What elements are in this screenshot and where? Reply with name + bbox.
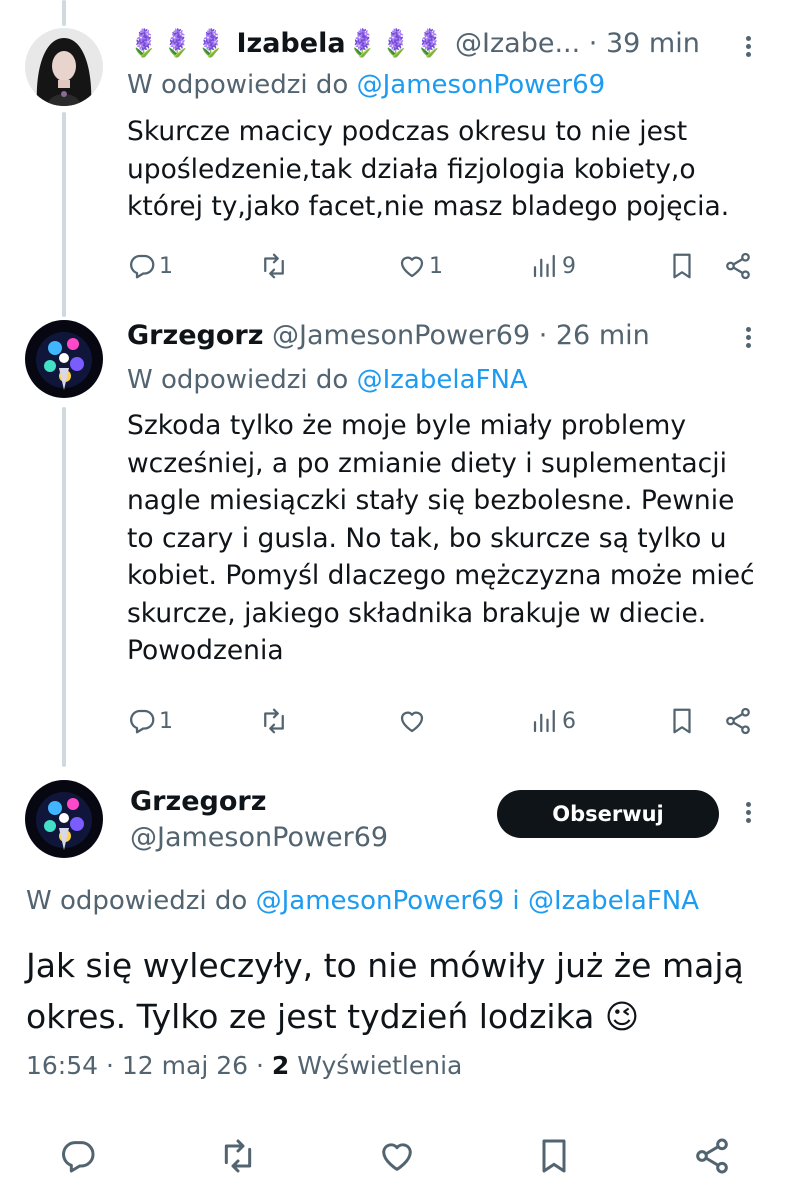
reply-count: 1: [159, 253, 173, 279]
share-icon: [692, 1136, 732, 1176]
reply-icon: [58, 1136, 98, 1176]
reply-prefix: W odpowiedzi do: [26, 886, 256, 916]
name-emoji: 🪻🪻🪻: [127, 28, 228, 59]
tweet-actions: 1 6: [127, 703, 767, 739]
views-button[interactable]: 6: [530, 703, 576, 739]
retweet-icon: [259, 251, 289, 281]
share-button[interactable]: [692, 1134, 732, 1178]
reply-and: i: [504, 886, 528, 916]
display-name[interactable]: Grzegorz: [127, 320, 263, 351]
handle[interactable]: @JamesonPower69: [272, 320, 530, 351]
reply-prefix: W odpowiedzi do: [127, 365, 357, 395]
tweet-actions: 1 1 9: [127, 248, 767, 284]
reply-to-link[interactable]: @IzabelaFNA: [528, 886, 699, 916]
avatar[interactable]: [25, 320, 103, 398]
handle[interactable]: @JamesonPower69: [130, 820, 388, 856]
main-tweet-text: Jak się wyleczyły, to nie mówiły już że …: [26, 946, 744, 1036]
like-button[interactable]: 1: [397, 248, 443, 284]
bookmark-button[interactable]: [667, 703, 697, 739]
timestamp[interactable]: · 39 min: [589, 28, 700, 59]
bookmark-button[interactable]: [667, 248, 697, 284]
display-name[interactable]: Izabela: [236, 28, 345, 59]
handle[interactable]: @Izabe...: [455, 28, 580, 59]
tweet-time[interactable]: 16:54: [26, 1051, 98, 1080]
timestamp[interactable]: · 26 min: [539, 320, 650, 351]
avatar[interactable]: [25, 28, 103, 106]
bookmark-button[interactable]: [534, 1134, 574, 1178]
reply-context: W odpowiedzi do @IzabelaFNA: [127, 362, 528, 398]
name-emoji: 🪻🪻🪻: [345, 28, 447, 59]
bookmark-icon: [667, 251, 697, 281]
reply-to-link[interactable]: @JamesonPower69: [256, 886, 505, 916]
reply-icon: [127, 706, 157, 736]
retweet-icon: [218, 1136, 258, 1176]
like-count: 1: [429, 253, 443, 279]
reply-count: 1: [159, 708, 173, 734]
thread-line-2: [62, 407, 66, 767]
tweet-text: Szkoda tylko że moje byle miały problemy…: [127, 410, 755, 666]
reply-to-link[interactable]: @JamesonPower69: [357, 70, 606, 100]
views-count: 2: [271, 1051, 290, 1080]
reply-context: W odpowiedzi do @JamesonPower69 i @Izabe…: [26, 883, 699, 919]
views-label[interactable]: Wyświetlenia: [289, 1051, 462, 1080]
reply-button[interactable]: 1: [127, 703, 173, 739]
bookmark-icon: [534, 1136, 574, 1176]
follow-button[interactable]: Obserwuj: [497, 790, 719, 838]
tweet-text: Skurcze macicy podczas okresu to nie jes…: [127, 116, 730, 222]
avatar[interactable]: [25, 780, 103, 858]
tweet-header: Grzegorz @JamesonPower69 · 26 min: [127, 318, 650, 354]
retweet-button[interactable]: [259, 703, 291, 739]
share-button[interactable]: [723, 248, 753, 284]
retweet-button[interactable]: [259, 248, 291, 284]
reply-button[interactable]: [58, 1134, 98, 1178]
meta-separator: ·: [98, 1051, 122, 1080]
views-count: 6: [562, 708, 576, 734]
tweet-header: 🪻🪻🪻 Izabela🪻🪻🪻 @Izabe... · 39 min: [127, 26, 700, 62]
bookmark-icon: [667, 706, 697, 736]
views-icon: [530, 706, 560, 736]
like-button[interactable]: [397, 703, 429, 739]
tweet-date[interactable]: 12 maj 26: [122, 1051, 248, 1080]
retweet-icon: [259, 706, 289, 736]
meta-separator: ·: [248, 1051, 272, 1080]
share-icon: [723, 706, 753, 736]
views-icon: [530, 251, 560, 281]
main-tweet-actions: [0, 1134, 792, 1178]
like-icon: [397, 251, 427, 281]
tweet-meta: 16:54 · 12 maj 26 · 2 Wyświetlenia: [26, 1048, 462, 1084]
share-button[interactable]: [723, 703, 753, 739]
more-icon[interactable]: [746, 36, 752, 60]
reply-icon: [127, 251, 157, 281]
share-icon: [723, 251, 753, 281]
reply-context: W odpowiedzi do @JamesonPower69: [127, 67, 605, 103]
like-icon: [397, 706, 427, 736]
like-icon: [377, 1136, 417, 1176]
reply-button[interactable]: 1: [127, 248, 173, 284]
thread-line-1: [62, 112, 66, 317]
retweet-button[interactable]: [218, 1134, 258, 1178]
more-icon[interactable]: [746, 327, 752, 351]
reply-prefix: W odpowiedzi do: [127, 70, 357, 100]
display-name[interactable]: Grzegorz: [130, 784, 266, 820]
thread-line-top: [62, 0, 66, 26]
like-button[interactable]: [377, 1134, 417, 1178]
views-count: 9: [562, 253, 576, 279]
views-button[interactable]: 9: [530, 248, 576, 284]
reply-to-link[interactable]: @IzabelaFNA: [357, 365, 528, 395]
more-icon[interactable]: [746, 802, 752, 826]
